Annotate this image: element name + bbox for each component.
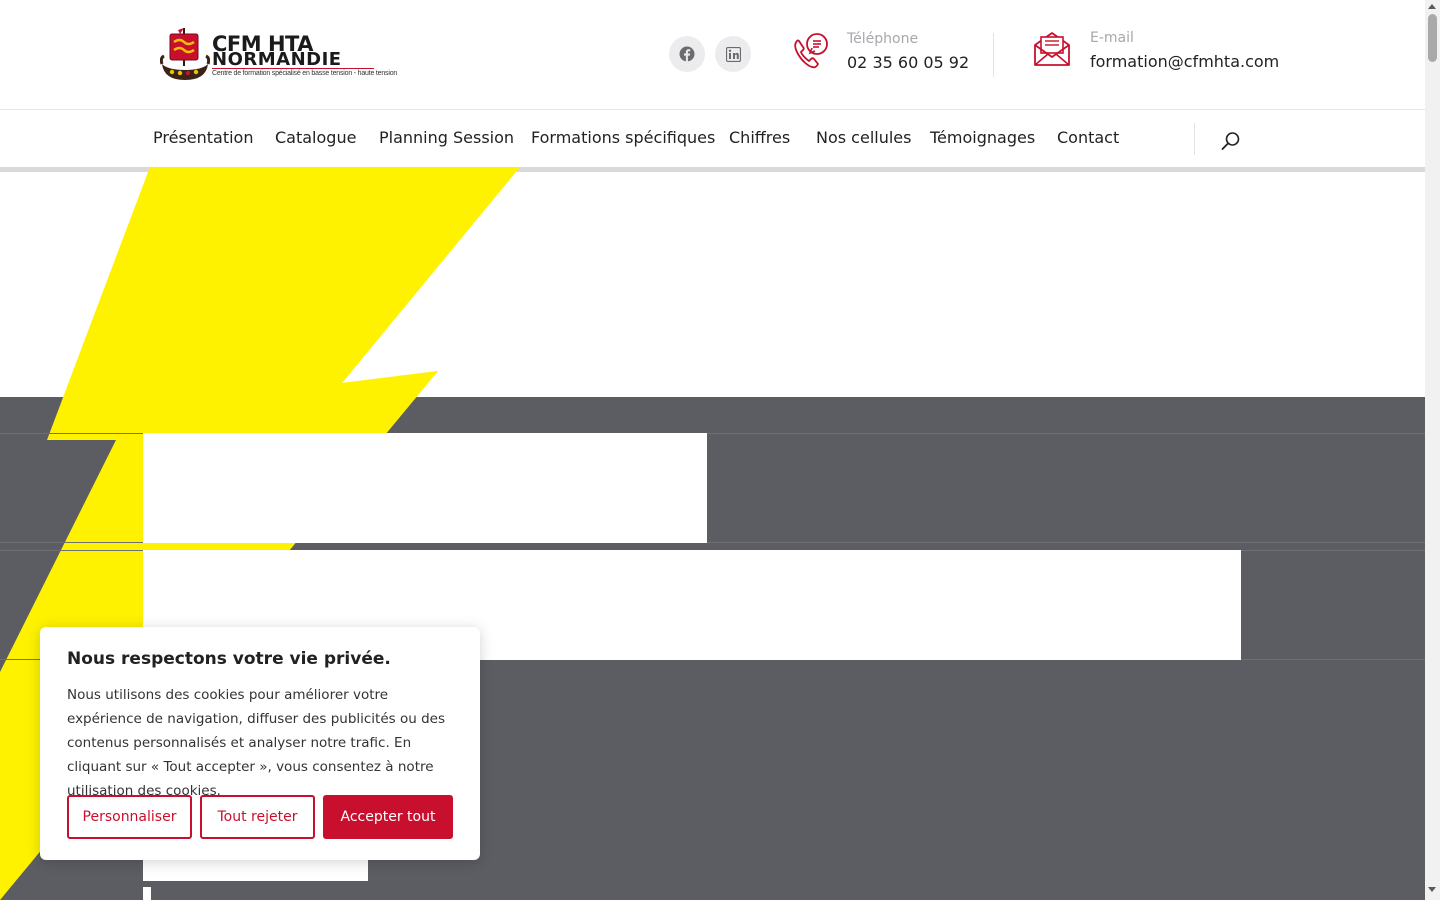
nav-item-presentation[interactable]: Présentation	[153, 128, 253, 147]
scroll-up-arrow-icon[interactable]	[1428, 4, 1436, 9]
accept-all-cookies-button[interactable]: Accepter tout	[323, 795, 453, 839]
site-logo[interactable]: CFM HTA NORMANDIE Centre de formation sp…	[160, 26, 397, 84]
nav-item-formations-specifiques[interactable]: Formations spécifiques	[531, 128, 715, 147]
reject-all-cookies-button[interactable]: Tout rejeter	[200, 795, 315, 839]
hero-placeholder-block	[143, 433, 707, 543]
cookie-consent-banner: Nous respectons votre vie privée. Nous u…	[40, 627, 480, 860]
cookie-banner-text: Nous utilisons des cookies pour améliore…	[67, 687, 445, 799]
email-address-link[interactable]: formation@cfmhta.com	[1090, 52, 1279, 71]
scroll-down-arrow-icon[interactable]	[1428, 887, 1436, 892]
phone-number-link[interactable]: 02 35 60 05 92	[847, 53, 969, 72]
main-navigation: Présentation Catalogue Planning Session …	[0, 110, 1425, 167]
nav-divider	[1194, 123, 1195, 155]
nav-item-catalogue[interactable]: Catalogue	[275, 128, 356, 147]
top-header: CFM HTA NORMANDIE Centre de formation sp…	[0, 0, 1425, 110]
search-icon	[1221, 132, 1240, 150]
nav-bottom-border	[0, 167, 1425, 172]
facebook-icon	[679, 46, 695, 62]
phone-icon	[794, 33, 828, 69]
logo-tagline: Centre de formation spécialisé en basse …	[212, 70, 398, 77]
email-label: E-mail	[1090, 30, 1134, 46]
nav-item-planning-session[interactable]: Planning Session	[379, 128, 514, 147]
search-button[interactable]	[1220, 130, 1242, 152]
page-scrollbar[interactable]	[1425, 0, 1440, 900]
customize-cookies-button[interactable]: Personnaliser	[67, 795, 192, 839]
nav-item-temoignages[interactable]: Témoignages	[930, 128, 1035, 147]
scrollbar-thumb[interactable]	[1428, 14, 1437, 62]
cookie-banner-title: Nous respectons votre vie privée.	[67, 649, 391, 669]
hero-placeholder-block	[143, 887, 151, 900]
viking-ship-logo-icon	[160, 28, 210, 80]
nav-item-nos-cellules[interactable]: Nos cellules	[816, 128, 911, 147]
linkedin-icon	[725, 46, 741, 62]
logo-title-line2: NORMANDIE	[212, 49, 342, 70]
nav-item-chiffres[interactable]: Chiffres	[729, 128, 790, 147]
mail-icon	[1034, 32, 1070, 66]
nav-item-contact[interactable]: Contact	[1057, 128, 1119, 147]
logo-underline	[212, 68, 374, 69]
contact-divider	[993, 33, 994, 77]
facebook-link[interactable]	[669, 36, 705, 72]
linkedin-link[interactable]	[715, 36, 751, 72]
phone-label: Téléphone	[847, 31, 919, 47]
